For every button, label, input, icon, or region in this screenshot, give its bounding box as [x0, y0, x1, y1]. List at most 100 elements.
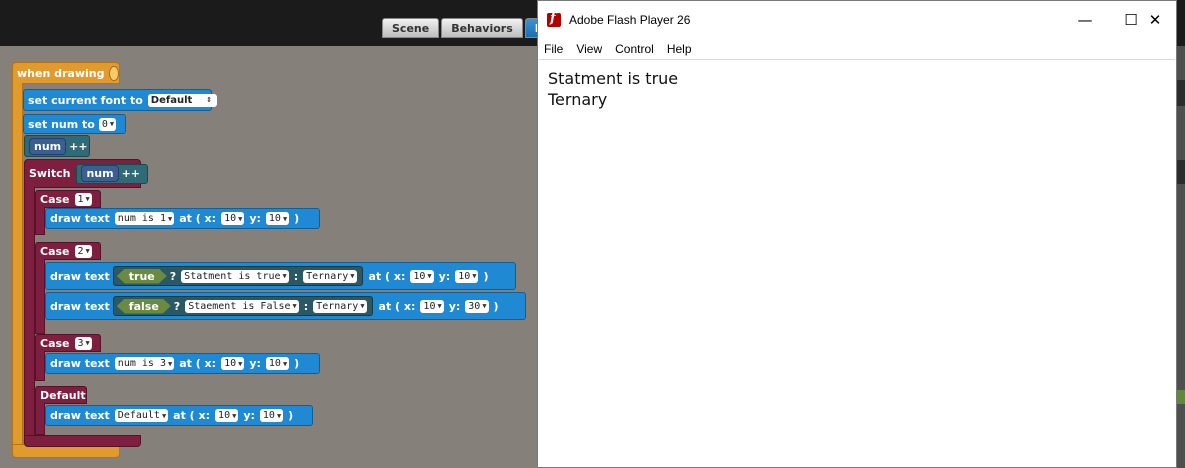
- increment-block[interactable]: num ++: [24, 135, 90, 157]
- switch-increment-op: ++: [121, 167, 141, 180]
- case-1-label: Case: [40, 192, 70, 206]
- tab-scene[interactable]: Scene: [382, 18, 440, 38]
- x-dropdown[interactable]: 10 ▼: [215, 409, 239, 422]
- right-side-panel: [1177, 46, 1185, 468]
- window-titlebar[interactable]: Adobe Flash Player 26 — ☐ ✕: [538, 1, 1176, 39]
- text-dropdown[interactable]: num is 1 ▼: [114, 212, 175, 225]
- increment-op: ++: [69, 139, 88, 153]
- text-dropdown[interactable]: num is 3 ▼: [114, 357, 175, 370]
- set-num-value: 0: [101, 118, 108, 130]
- case-2-dropdown[interactable]: 2 ▼: [74, 244, 92, 258]
- menu-help[interactable]: Help: [667, 42, 692, 56]
- y-dropdown[interactable]: 10 ▼: [265, 212, 290, 225]
- x-value: 10: [218, 410, 231, 421]
- menu-view[interactable]: View: [576, 42, 602, 56]
- window-title: Adobe Flash Player 26: [569, 13, 691, 27]
- case-1-draw-text[interactable]: draw text num is 1 ▼ at ( x: 10 ▼ y: 10 ▼ ): [45, 208, 320, 229]
- y-dropdown[interactable]: 10 ▼: [265, 357, 290, 370]
- set-font-block[interactable]: set current font to Default ⇕: [23, 89, 218, 111]
- ternary-b-dropdown[interactable]: Ternary ▼: [303, 269, 357, 283]
- x-dropdown[interactable]: 10 ▼: [221, 357, 245, 370]
- case-3-block[interactable]: Case 3 ▼: [35, 334, 101, 352]
- default-draw-text[interactable]: draw text Default ▼ at ( x: 10 ▼ y: 10 ▼ ): [45, 405, 313, 426]
- case-2-block[interactable]: Case 2 ▼: [35, 242, 101, 260]
- output-line-2: Ternary: [548, 90, 608, 109]
- ternary-b-dropdown[interactable]: Ternary ▼: [313, 299, 367, 313]
- event-frame-left: [12, 83, 23, 447]
- switch-frame-left: [24, 187, 35, 440]
- default-block[interactable]: Default: [35, 386, 87, 404]
- ternary-expr[interactable]: true ? Statment is true ▼ : Ternary ▼: [112, 266, 363, 286]
- right-panel-strip: [1177, 390, 1185, 404]
- x-dropdown[interactable]: 10 ▼: [420, 299, 444, 313]
- case-1-block[interactable]: Case 1 ▼: [35, 190, 101, 208]
- set-num-dropdown[interactable]: 0 ▼: [98, 117, 117, 131]
- switch-num-variable[interactable]: num: [81, 165, 119, 182]
- draw-text-label: draw text: [50, 409, 110, 422]
- ternary-b-value: Ternary: [316, 300, 359, 312]
- ternary-expr[interactable]: false ? Staement is False ▼ : Ternary ▼: [112, 296, 373, 316]
- y-label: y:: [249, 212, 261, 225]
- y-dropdown[interactable]: 10 ▼: [259, 409, 284, 422]
- close-button[interactable]: ✕: [1132, 1, 1178, 39]
- menu-control[interactable]: Control: [615, 42, 654, 56]
- chevron-down-icon: ▼: [161, 411, 167, 420]
- y-label: y:: [448, 299, 461, 313]
- x-dropdown[interactable]: 10 ▼: [410, 269, 434, 283]
- minimize-button[interactable]: —: [1062, 1, 1108, 39]
- ternary-a-value: Statment is true: [184, 270, 281, 282]
- num-variable[interactable]: num: [29, 137, 67, 155]
- flash-stage[interactable]: Statment is true Ternary: [539, 59, 1175, 467]
- chevron-down-icon: ▼: [360, 302, 365, 310]
- menu-file[interactable]: File: [544, 42, 563, 56]
- chevron-down-icon: ▼: [232, 411, 237, 420]
- case-2-draw-ternary-true[interactable]: draw text true ? Statment is true ▼ : Ter…: [45, 262, 516, 290]
- y-value: 10: [268, 358, 281, 369]
- chevron-down-icon: ▼: [437, 302, 442, 310]
- text-value: num is 1: [117, 213, 166, 224]
- boolean-false[interactable]: false: [117, 299, 171, 314]
- y-dropdown[interactable]: 10 ▼: [455, 269, 479, 283]
- chevron-down-icon: ▼: [472, 272, 477, 280]
- font-value: Default: [150, 94, 193, 106]
- font-dropdown[interactable]: Default ⇕: [147, 93, 218, 107]
- x-dropdown[interactable]: 10 ▼: [221, 212, 245, 225]
- output-line-1: Statment is true: [548, 69, 679, 88]
- at-x-label: at ( x:: [179, 357, 217, 370]
- ternary-colon: :: [293, 269, 299, 283]
- case-3-dropdown[interactable]: 3 ▼: [74, 336, 92, 350]
- chevron-down-icon: ▼: [238, 359, 243, 368]
- when-drawing-event[interactable]: when drawing: [12, 62, 120, 84]
- set-num-label: set num to: [28, 117, 95, 131]
- case-1-dropdown[interactable]: 1 ▼: [74, 192, 92, 206]
- y-label: y:: [438, 269, 451, 283]
- switch-block[interactable]: Switch num ++: [24, 159, 149, 188]
- case-2-draw-ternary-false[interactable]: draw text false ? Staement is False ▼ : T…: [45, 292, 526, 320]
- flash-player-window[interactable]: Adobe Flash Player 26 — ☐ ✕ File View Co…: [537, 0, 1177, 468]
- tab-behaviors[interactable]: Behaviors: [441, 18, 523, 38]
- y-dropdown[interactable]: 30 ▼: [465, 299, 489, 313]
- ternary-a-dropdown[interactable]: Staement is False ▼: [185, 299, 299, 313]
- right-panel-strip: [1177, 160, 1185, 184]
- ternary-a-dropdown[interactable]: Statment is true ▼: [181, 269, 289, 283]
- case-2-frame: [35, 259, 45, 334]
- chevron-down-icon: ▼: [109, 120, 115, 128]
- y-label: y:: [243, 409, 255, 422]
- menu-bar: File View Control Help: [538, 39, 1176, 59]
- chevron-down-icon: ▼: [282, 214, 288, 223]
- chevron-down-icon: ▼: [350, 272, 355, 280]
- case-1-value: 1: [77, 193, 84, 205]
- close-paren: ): [288, 409, 294, 422]
- text-dropdown[interactable]: Default ▼: [114, 409, 169, 422]
- draw-text-label: draw text: [50, 269, 110, 283]
- at-x-label: at ( x:: [368, 269, 406, 283]
- case-3-value: 3: [77, 337, 84, 349]
- case-3-draw-text[interactable]: draw text num is 3 ▼ at ( x: 10 ▼ y: 10 ▼ ): [45, 353, 320, 374]
- case-2-value: 2: [77, 245, 84, 257]
- right-panel-strip: [1177, 80, 1185, 106]
- switch-expr[interactable]: num ++: [76, 163, 149, 184]
- y-label: y:: [249, 357, 261, 370]
- set-num-block[interactable]: set num to 0 ▼: [23, 114, 126, 134]
- event-label: when drawing: [17, 66, 105, 80]
- boolean-true[interactable]: true: [117, 269, 167, 284]
